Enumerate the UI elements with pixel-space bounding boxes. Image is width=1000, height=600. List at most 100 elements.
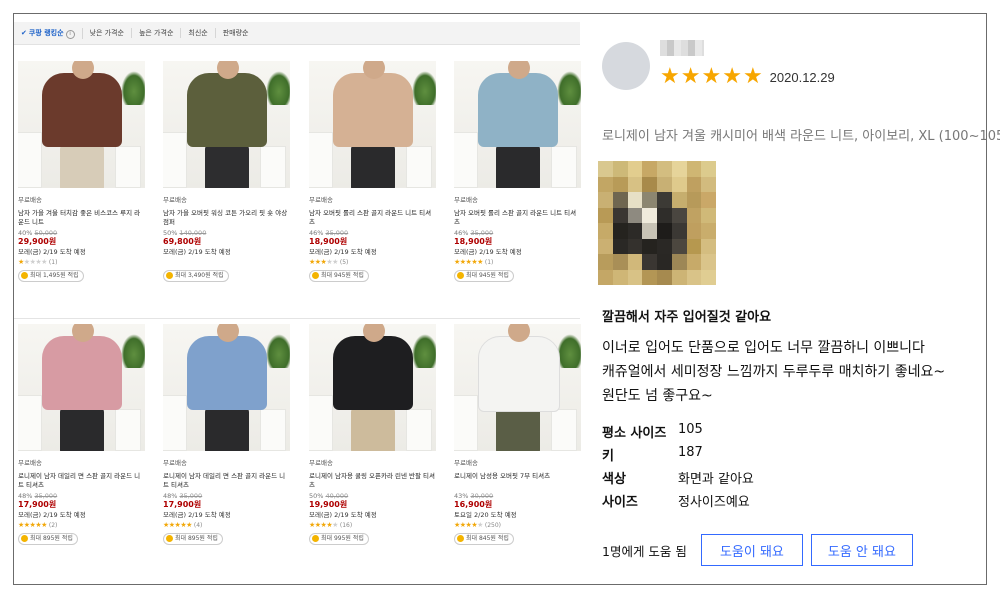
photo-pixel bbox=[686, 161, 702, 177]
plant-decor bbox=[557, 71, 581, 105]
product-name[interactable]: 로니제이 남자 데일리 면 스판 골지 라운드 니트 티셔츠 bbox=[163, 472, 291, 490]
photo-pixel bbox=[627, 192, 643, 208]
reward-text: 최대 1,495원 적립 bbox=[30, 272, 79, 279]
sort-option[interactable]: 판매량순 bbox=[216, 28, 256, 38]
photo-pixel bbox=[612, 269, 628, 285]
product-name[interactable]: 로니제이 남자 데일리 면 스판 골지 라운드 니트 티셔츠 bbox=[18, 472, 146, 490]
product-name[interactable]: 로니제이 남자용 쿨링 오픈카라 린넨 반팔 티셔츠 bbox=[309, 472, 437, 490]
helpful-count: 1명에게 도움 됨 bbox=[602, 543, 687, 559]
reward-badge: 최대 1,495원 적립 bbox=[18, 270, 84, 282]
sort-option[interactable]: 최신순 bbox=[181, 28, 216, 38]
product-image[interactable] bbox=[163, 61, 290, 188]
photo-pixel bbox=[686, 238, 702, 254]
product-name[interactable]: 남자 오버핏 롤리 스판 골지 라운드 니트 티셔츠 bbox=[454, 209, 582, 227]
spec-row: 키 187 bbox=[602, 445, 754, 468]
delivery-estimate: 모레(금) 2/19 도착 예정 bbox=[163, 248, 231, 256]
product-image[interactable] bbox=[163, 324, 290, 451]
photo-pixel bbox=[701, 161, 716, 177]
product-image[interactable] bbox=[454, 324, 581, 451]
sale-price: 17,900원 bbox=[18, 500, 57, 509]
photo-pixel bbox=[598, 223, 613, 239]
photo-pixel bbox=[612, 161, 628, 177]
sale-price: 29,900원 bbox=[18, 237, 57, 246]
rating-stars: ★★★★★ (2) bbox=[18, 521, 58, 529]
spec-value: 105 bbox=[678, 422, 703, 437]
spec-row: 색상 화면과 같아요 bbox=[602, 468, 754, 491]
spec-value: 187 bbox=[678, 445, 703, 460]
product-name[interactable]: 남자 가을 오버핏 워싱 코튼 가오리 핏 숏 야상 점퍼 bbox=[163, 209, 291, 227]
sort-option[interactable]: 낮은 가격순 bbox=[83, 28, 132, 38]
coin-icon bbox=[21, 534, 28, 542]
coin-icon bbox=[312, 271, 319, 279]
review-rating: ★ ★ ★ ★ ★ 2020.12.29 bbox=[660, 66, 835, 88]
reward-badge: 최대 945원 적립 bbox=[454, 270, 514, 282]
sort-option[interactable]: 높은 가격순 bbox=[132, 28, 182, 38]
discount-rate: 46% bbox=[309, 229, 324, 237]
product-image[interactable] bbox=[18, 61, 145, 188]
photo-pixel bbox=[627, 176, 643, 192]
rating-stars: ★★★★★ (16) bbox=[309, 521, 353, 529]
model-top bbox=[42, 73, 122, 147]
discount-rate: 48% bbox=[163, 492, 178, 500]
discount-line: 46% 35,000 bbox=[309, 229, 437, 237]
photo-pixel bbox=[598, 161, 613, 177]
not-helpful-button[interactable]: 도움 안 돼요 bbox=[810, 534, 913, 566]
reward-text: 최대 895원 적립 bbox=[30, 535, 73, 542]
original-price: 35,000 bbox=[325, 229, 349, 237]
spec-key: 키 bbox=[602, 449, 614, 464]
shipping-label: 무료배송 bbox=[163, 196, 187, 204]
product-name[interactable]: 로니제이 남성용 오버핏 7부 티셔츠 bbox=[454, 472, 582, 490]
reward-badge: 최대 945원 적립 bbox=[309, 270, 369, 282]
photo-pixel bbox=[627, 161, 643, 177]
product-name[interactable]: 남자 가을 겨울 터치감 좋은 비스코스 루지 라운드 니트 bbox=[18, 209, 146, 227]
reward-text: 최대 945원 적립 bbox=[466, 272, 509, 279]
star-icon: ★ bbox=[680, 64, 701, 89]
discount-line: 46% 35,000 bbox=[454, 229, 582, 237]
row-divider bbox=[14, 318, 580, 319]
sort-option[interactable]: ✔ 쿠팡 랭킹순 i bbox=[14, 27, 83, 39]
shipping-label: 무료배송 bbox=[163, 459, 187, 467]
photo-pixel bbox=[701, 269, 716, 285]
plant-decor bbox=[121, 334, 145, 368]
info-icon[interactable]: i bbox=[65, 29, 75, 39]
helpful-button[interactable]: 도움이 돼요 bbox=[700, 534, 803, 566]
shipping-label: 무료배송 bbox=[454, 196, 478, 204]
photo-pixel bbox=[598, 207, 613, 223]
review-count: (16) bbox=[339, 522, 353, 529]
discount-rate: 50% bbox=[309, 492, 324, 500]
photo-pixel bbox=[612, 223, 628, 239]
delivery-estimate: 모레(금) 2/19 도착 예정 bbox=[309, 511, 377, 519]
plant-decor bbox=[266, 71, 290, 105]
discount-line: 43% 30,000 bbox=[454, 492, 582, 500]
product-image[interactable] bbox=[18, 324, 145, 451]
photo-pixel bbox=[701, 254, 716, 270]
product-image[interactable] bbox=[454, 61, 581, 188]
photo-pixel bbox=[657, 161, 672, 177]
photo-pixel bbox=[671, 223, 687, 239]
original-price: 140,000 bbox=[179, 229, 207, 237]
photo-pixel bbox=[671, 269, 687, 285]
star-icon: ★ bbox=[742, 64, 763, 89]
review-count: (1) bbox=[484, 259, 494, 266]
original-price: 35,000 bbox=[470, 229, 494, 237]
original-price: 30,000 bbox=[470, 492, 494, 500]
sale-price: 69,800원 bbox=[163, 237, 202, 246]
plant-decor bbox=[412, 71, 436, 105]
coin-icon bbox=[166, 271, 173, 279]
sale-price: 17,900원 bbox=[163, 500, 202, 509]
product-listing: ✔ 쿠팡 랭킹순 i 낮은 가격순 높은 가격순 최신순 판매량순 무료배송 남자 가을 겨울… bbox=[14, 22, 582, 574]
product-image[interactable] bbox=[309, 61, 436, 188]
reward-badge: 최대 895원 적립 bbox=[18, 533, 78, 545]
model-pants bbox=[496, 408, 540, 451]
sort-option-label: 쿠팡 랭킹순 bbox=[28, 28, 64, 37]
sale-price: 16,900원 bbox=[454, 500, 493, 509]
product-image[interactable] bbox=[309, 324, 436, 451]
sort-option-label: 판매량순 bbox=[222, 29, 249, 37]
discount-line: 48% 35,000 bbox=[163, 492, 291, 500]
product-name[interactable]: 남자 오버핏 롤리 스판 골지 라운드 니트 티셔츠 bbox=[309, 209, 437, 227]
plant-decor bbox=[412, 334, 436, 368]
screenshot-frame: ✔ 쿠팡 랭킹순 i 낮은 가격순 높은 가격순 최신순 판매량순 무료배송 남자 가을 겨울… bbox=[13, 13, 1000, 585]
coin-icon bbox=[457, 271, 464, 279]
review-photo-pixelated[interactable] bbox=[598, 161, 716, 285]
reviewed-product-name: 로니제이 남자 겨울 캐시미어 배색 라운드 니트, 아이보리, XL (100… bbox=[602, 129, 1000, 144]
